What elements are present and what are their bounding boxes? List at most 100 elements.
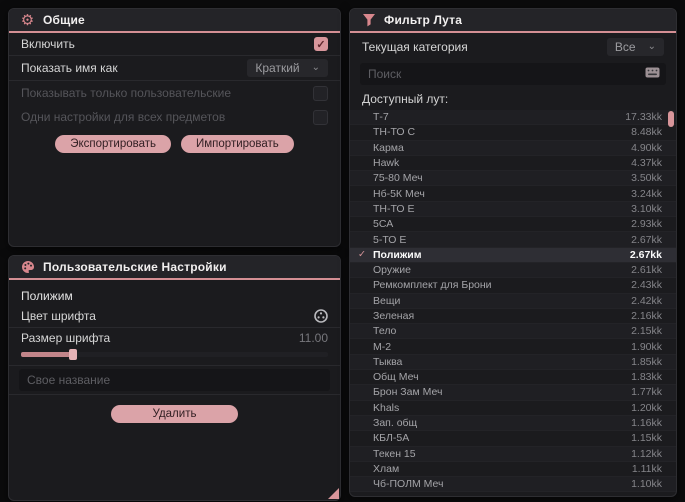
loot-item-label: КБЛ-5А [373,432,410,445]
loot-item-value: 2.15kk [631,325,662,338]
custom-name-row [9,366,340,394]
font-size-row: Размер шрифта 11.00 [9,328,340,348]
loot-item-value: 2.43kk [631,279,662,292]
loot-item-value: 2.67kk [631,233,662,246]
font-size-slider[interactable] [21,349,328,360]
loot-item-value: 1.83kk [631,371,662,384]
search-input[interactable] [360,63,666,85]
loot-item-value: 1.11kk [631,462,662,475]
loot-item-label: Нб-5К Меч [373,187,425,200]
keyboard-icon[interactable] [645,67,660,78]
loot-item-label: Общ Меч [373,371,419,384]
loot-filter-window: Фильтр Лута Текущая категория Все ⌄ Дост… [349,8,677,497]
loot-item-value: 4.90kk [631,141,662,154]
palette-icon [20,260,35,275]
loot-item[interactable]: Общ Меч 1.83kk [350,370,676,386]
loot-item-label: Хлам [373,462,400,475]
loot-item-value: 2.61kk [631,264,662,277]
font-color-row[interactable]: Цвет шрифта [9,305,340,327]
custom-name-input[interactable] [19,369,330,391]
export-button[interactable]: Экспортировать [55,135,171,153]
loot-filter-window-header[interactable]: Фильтр Лута [350,9,676,33]
loot-item[interactable]: М-2 1.90kk [350,339,676,355]
single-settings-label: Одни настройки для всех предметов [21,110,226,124]
show-name-select[interactable]: Краткий ⌄ [247,59,328,77]
loot-item-label: ТН-ТО Е [373,202,415,215]
loot-item-value: 17.33kk [625,111,662,124]
slider-handle[interactable] [69,349,77,360]
loot-item-label: Hawk [373,157,400,170]
loot-item-value: 1.85kk [631,355,662,368]
category-row: Текущая категория Все ⌄ [350,33,676,60]
loot-item-value: 1.20kk [631,401,662,414]
loot-item-value: 1.15kk [631,432,662,445]
loot-item[interactable]: Тело 2.15kk [350,324,676,340]
loot-item[interactable]: ТН-ТО С 8.48kk [350,125,676,141]
loot-item-label: Оружие [373,264,411,277]
loot-item[interactable]: 5-ТО Е 2.67kk [350,232,676,248]
loot-item-value: 1.10kk [631,478,662,491]
loot-item[interactable]: ✓ Полижим 2.67kk [350,247,676,263]
loot-item[interactable]: Ремкомплект для Брони 2.43kk [350,278,676,294]
category-select[interactable]: Все ⌄ [606,37,664,56]
loot-item-label: Ремкомплект для Брони [373,279,492,292]
loot-item-label: Тело [373,325,397,338]
only-custom-label: Показывать только пользовательские [21,86,231,100]
loot-item-value: 1.16kk [631,417,662,430]
loot-filter-window-title: Фильтр Лута [384,13,463,27]
scrollbar-thumb[interactable] [668,111,674,127]
loot-item-label: 75-80 Меч [373,172,423,185]
single-settings-checkbox[interactable] [313,109,328,125]
divider [9,394,340,395]
loot-item[interactable]: Оружие 2.61kk [350,262,676,279]
funnel-icon [361,13,376,28]
general-window: ⚙ Общие Включить ✓ Показать имя как Крат… [8,8,341,247]
loot-item-value: 3.50kk [631,172,662,185]
loot-item-label: Полижим [373,248,422,261]
loot-item[interactable]: 75-80 Меч 3.50kk [350,171,676,187]
loot-item-label: Чб-ПОЛМ Меч [373,478,444,491]
loot-item-label: Зап. общ [373,417,418,430]
enable-checkbox[interactable]: ✓ [314,37,328,51]
import-button[interactable]: Импортировать [181,135,294,153]
only-custom-checkbox[interactable] [313,85,328,101]
loot-item-label: Текен 15 [373,447,416,460]
chevron-down-icon: ⌄ [311,62,320,73]
loot-item-label: Зеленая [373,310,415,322]
font-size-label: Размер шрифта [21,331,111,345]
available-loot-label: Доступный лут: [362,92,449,106]
loot-item[interactable]: Т-7 17.33kk [350,110,676,126]
loot-item-label: Брон Зам Меч [373,386,443,399]
loot-item[interactable]: Брон Зам Меч 1.77kk [350,385,676,401]
loot-item-value: 1.77kk [631,386,662,399]
loot-item[interactable]: КБЛ-5А 1.15kk [350,431,676,447]
loot-item-label: ТН-ТО С [373,126,416,139]
loot-item[interactable]: Нб-5К Меч 3.24kk [350,186,676,202]
resize-grip[interactable] [328,488,339,499]
loot-item-label: Т-7 [373,111,389,124]
loot-item[interactable]: Чб-ПОЛМ Меч 1.10kk [350,477,676,493]
loot-item-value: 4.37kk [631,157,662,170]
category-label: Текущая категория [362,39,468,54]
loot-item-value: 1.12kk [631,447,662,460]
loot-item[interactable]: Вещи 2.42kk [350,293,676,309]
loot-item[interactable]: Карма 4.90kk [350,140,676,156]
loot-item[interactable]: Зап. общ 1.16kk [350,415,676,432]
color-wheel-icon[interactable] [314,309,328,323]
single-settings-row: Одни настройки для всех предметов [9,105,340,129]
loot-item[interactable]: Зеленая 2.16kk [350,309,676,325]
custom-settings-window-header[interactable]: Пользовательские Настройки [9,256,340,280]
loot-item[interactable]: ТН-ТО Е 3.10kk [350,201,676,218]
general-window-header[interactable]: ⚙ Общие [9,9,340,33]
loot-item-label: Тыква [373,355,403,368]
loot-item-label: Карма [373,141,404,154]
font-size-value: 11.00 [298,331,328,345]
loot-item[interactable]: Khals 1.20kk [350,401,676,416]
loot-item[interactable]: 5СА 2.93kk [350,217,676,233]
loot-item[interactable]: Тыква 1.85kk [350,354,676,371]
loot-item[interactable]: Текен 15 1.12kk [350,446,676,462]
category-value: Все [614,39,636,54]
loot-item[interactable]: Хлам 1.11kk [350,462,676,478]
delete-button[interactable]: Удалить [110,405,239,423]
loot-item[interactable]: Hawk 4.37kk [350,156,676,172]
